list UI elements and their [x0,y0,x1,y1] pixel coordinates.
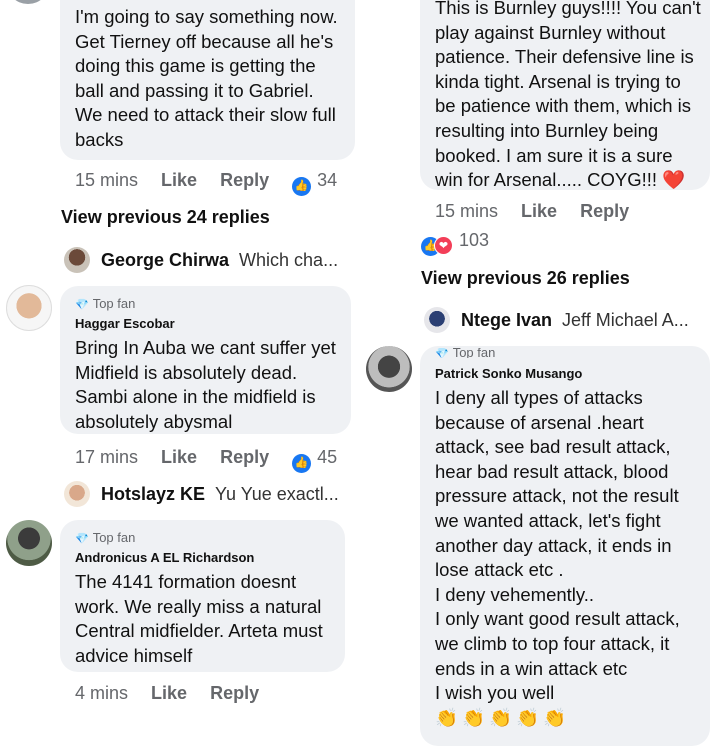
top-fan-badge: 💎 Top fan [75,530,136,545]
top-fan-badge: 💎 Top fan [435,348,496,359]
like-button[interactable]: Like [521,201,557,221]
comment-text: I'm going to say something now. Get Tier… [75,6,338,150]
avatar-hotslayz[interactable] [64,481,90,507]
reply-author[interactable]: George Chirwa [101,250,229,271]
reply-snippet: Which cha... [239,249,339,270]
comment-bubble-haggar: 💎 Top fan Haggar Escobar Bring In Auba we… [60,286,351,434]
view-previous-replies-left[interactable]: View previous 24 replies [61,207,270,228]
reaction-summary-right-1[interactable]: 👍 ❤ 103 [421,229,489,256]
gem-icon: 💎 [75,299,89,311]
reply-preview-george[interactable]: George Chirwa Which cha... [64,245,344,275]
gem-icon: 💎 [435,348,449,359]
avatar-patrick[interactable] [366,346,412,392]
comment-actions-right-1: 15 mins Like Reply [435,200,647,222]
reaction-count[interactable]: 34 [317,170,337,190]
reply-button[interactable]: Reply [580,201,629,221]
like-reaction-icon: 👍 [292,177,312,196]
like-button[interactable]: Like [151,683,187,703]
heart-emoji: ❤️ [662,169,686,190]
comment-time: 4 mins [75,683,129,703]
reply-author[interactable]: Ntege Ivan [461,310,552,331]
top-fan-badge: 💎 Top fan [75,296,136,311]
reaction-count[interactable]: 45 [317,447,337,467]
reply-snippet: Jeff Michael A... [562,309,689,330]
comment-actions-left-1: 15 mins Like Reply 👍 34 [75,169,337,196]
comment-bubble-andronicus: 💎 Top fan Andronicus A EL Richardson The … [60,520,345,672]
comment-time: 15 mins [75,170,139,190]
like-button[interactable]: Like [161,170,197,190]
love-reaction-icon: ❤ [434,236,453,255]
clap-emojis: 👏👏👏👏👏 [435,706,571,728]
comment-bubble-right-1: This is Burnley guys!!!! You can't play … [420,0,710,190]
comment-bubble-left-1: I'm going to say something now. Get Tier… [60,0,355,160]
comment-text: The 4141 formation doesnt work. We reall… [75,571,323,666]
like-reaction-icon: 👍 [292,454,312,473]
comment-actions-andronicus: 4 mins Like Reply [75,682,277,704]
reply-button[interactable]: Reply [220,170,269,190]
avatar-ntege[interactable] [424,307,450,333]
comment-bubble-patrick: 💎 Top fan Patrick Sonko Musango I deny al… [420,346,710,746]
comment-text: This is Burnley guys!!!! You can't play … [435,0,701,190]
gem-icon: 💎 [75,533,89,545]
comment-text: Bring In Auba we cant suffer yet Midfiel… [75,337,336,432]
avatar-george[interactable] [64,247,90,273]
comment-actions-haggar: 17 mins Like Reply 👍 45 [75,446,337,473]
avatar-haggar[interactable] [6,285,52,331]
comment-author[interactable]: Haggar Escobar [75,316,351,332]
reaction-count: 103 [459,230,490,250]
reply-snippet: Yu Yue exactl... [215,483,339,504]
comment-time: 15 mins [435,201,499,221]
reply-button[interactable]: Reply [220,447,269,467]
reply-author[interactable]: Hotslayz KE [101,484,205,505]
comment-author[interactable]: Andronicus A EL Richardson [75,550,345,566]
avatar-andronicus[interactable] [6,520,52,566]
reply-button[interactable]: Reply [210,683,259,703]
comment-author[interactable]: Patrick Sonko Musango [435,366,710,382]
comment-time: 17 mins [75,447,139,467]
reply-preview-hotslayz[interactable]: Hotslayz KE Yu Yue exactl... [64,479,344,509]
comment-text: I deny all types of attacks because of a… [435,387,680,704]
view-previous-replies-right[interactable]: View previous 26 replies [421,268,630,289]
like-button[interactable]: Like [161,447,197,467]
reply-preview-ntege[interactable]: Ntege Ivan Jeff Michael A... [424,305,704,335]
avatar-top-partial[interactable] [6,0,50,4]
